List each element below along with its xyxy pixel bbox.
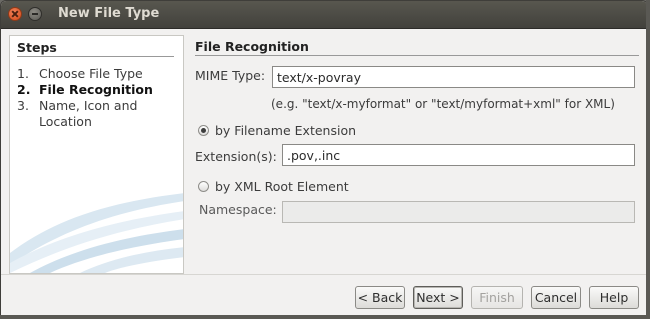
mime-type-input[interactable]	[272, 66, 635, 88]
by-xml-root-element-label[interactable]: by XML Root Element	[215, 179, 349, 194]
mime-type-hint: (e.g. "text/x-myformat" or "text/myforma…	[271, 97, 615, 111]
step-name-icon-location: 3. Name, Icon and Location	[17, 98, 182, 130]
minimize-window-icon[interactable]	[28, 7, 42, 21]
section-divider	[195, 55, 639, 56]
by-filename-extension-label[interactable]: by Filename Extension	[215, 123, 356, 138]
extensions-input[interactable]	[282, 144, 635, 166]
step-label: Choose File Type	[39, 66, 143, 81]
step-number: 3.	[17, 98, 29, 113]
section-header: File Recognition	[195, 39, 309, 54]
step-file-recognition: 2. File Recognition	[17, 82, 182, 98]
by-filename-extension-radio[interactable]	[198, 125, 209, 136]
title-bar: New File Type	[1, 1, 647, 29]
step-number: 2.	[17, 82, 31, 97]
steps-divider	[17, 56, 174, 57]
mime-type-label: MIME Type:	[195, 68, 266, 83]
finish-button[interactable]: Finish	[471, 286, 523, 309]
cancel-button[interactable]: Cancel	[531, 286, 581, 309]
step-label: Name, Icon and Location	[39, 98, 138, 129]
by-xml-root-element-radio[interactable]	[198, 181, 209, 192]
step-number: 1.	[17, 66, 29, 81]
close-window-icon[interactable]	[8, 7, 22, 21]
decorative-swoosh-graphic	[10, 193, 183, 273]
steps-header: Steps	[17, 40, 57, 55]
namespace-input[interactable]	[282, 201, 635, 223]
step-choose-file-type: 1. Choose File Type	[17, 66, 182, 82]
new-file-type-dialog: New File Type Steps 1. Choose File Type 2…	[0, 0, 648, 317]
next-button[interactable]: Next >	[413, 286, 463, 309]
background-edge-bottom	[0, 315, 650, 319]
button-bar-divider	[1, 274, 647, 275]
background-edge-right	[646, 0, 650, 319]
file-recognition-panel: File Recognition MIME Type: (e.g. "text/…	[195, 35, 639, 265]
namespace-label: Namespace:	[199, 202, 277, 217]
help-button[interactable]: Help	[589, 286, 639, 309]
back-button[interactable]: < Back	[355, 286, 405, 309]
window-title: New File Type	[58, 6, 160, 21]
extensions-label: Extension(s):	[195, 149, 277, 164]
step-label: File Recognition	[39, 82, 153, 97]
steps-panel: Steps 1. Choose File Type 2. File Recognit…	[9, 35, 184, 274]
